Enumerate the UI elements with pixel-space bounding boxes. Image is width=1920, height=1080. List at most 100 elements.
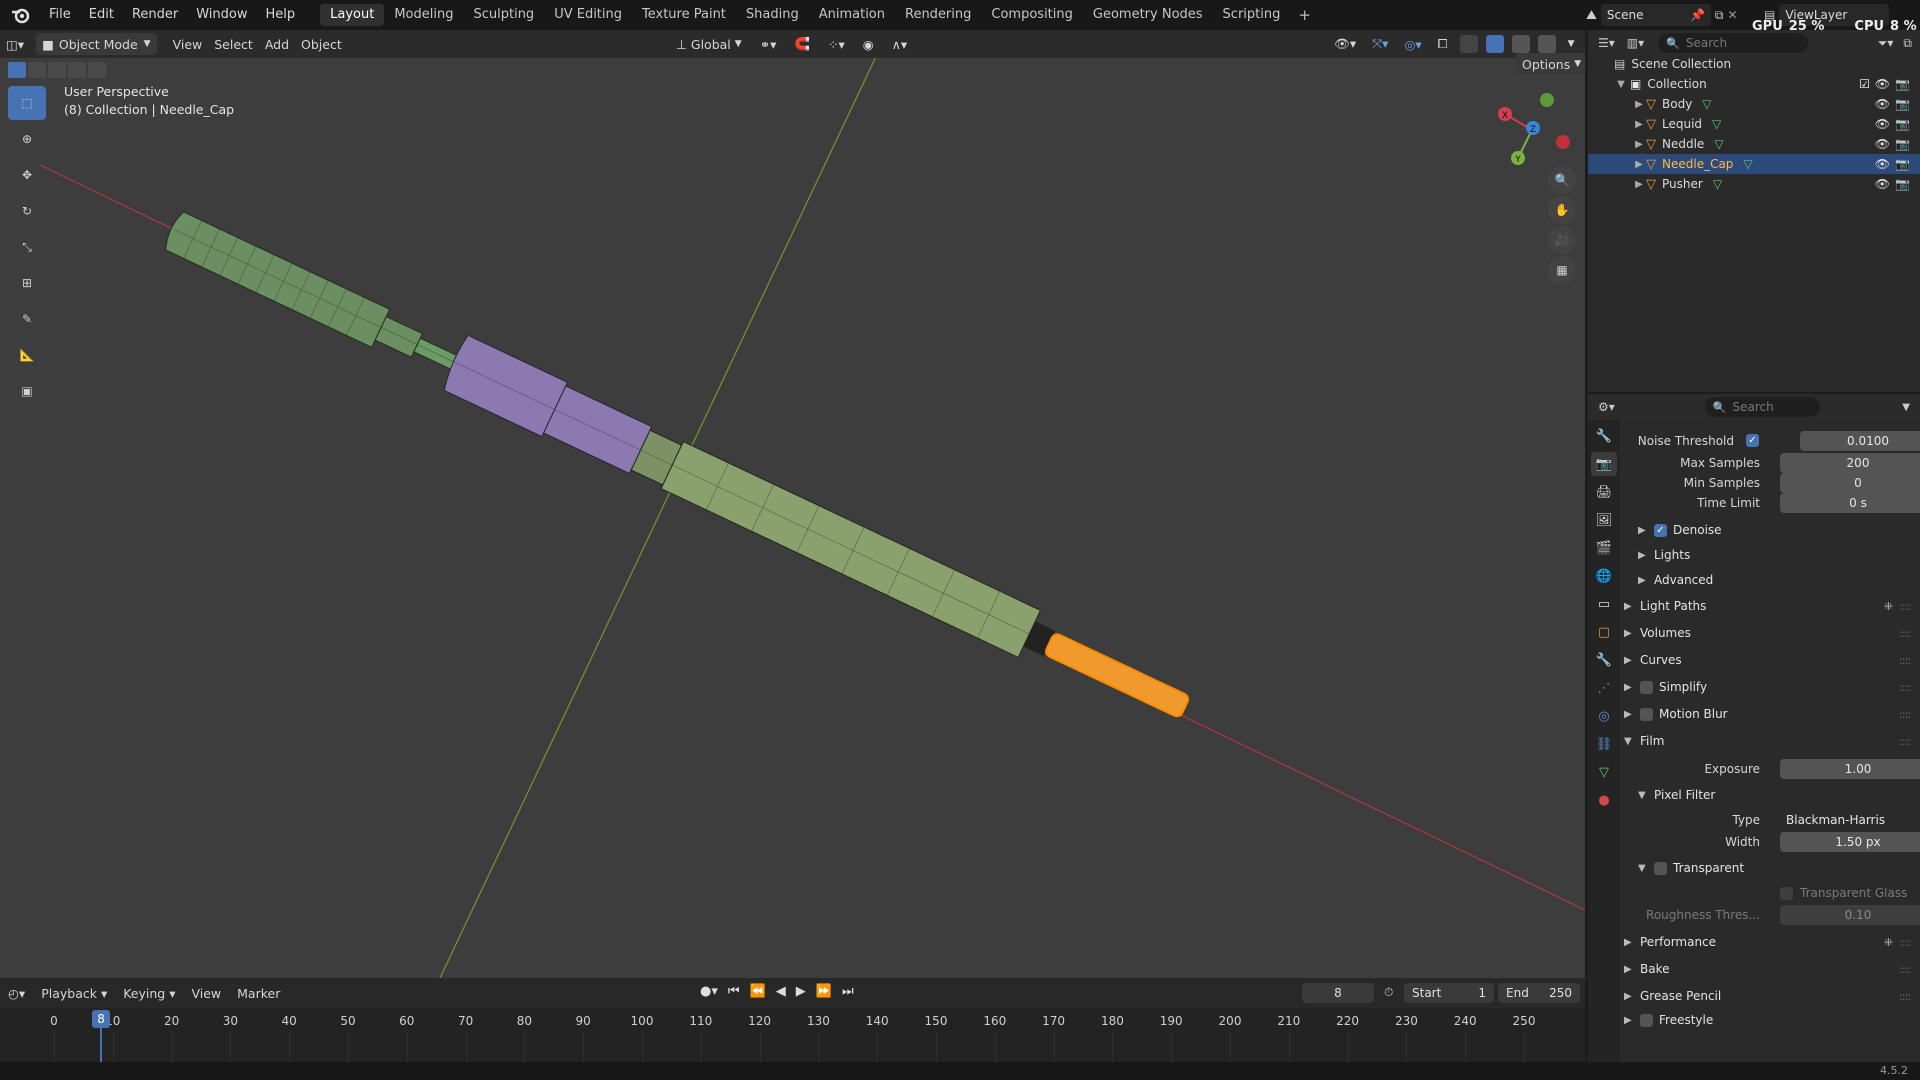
filter-width-field[interactable]: 1.50 px bbox=[1780, 832, 1920, 852]
measure-tool-icon[interactable]: 📐 bbox=[8, 338, 46, 372]
jump-end-icon[interactable]: ⏭ bbox=[842, 984, 854, 999]
freestyle-checkbox[interactable] bbox=[1640, 1013, 1653, 1027]
chevron-right-icon[interactable]: ▶ bbox=[1632, 139, 1646, 150]
drag-handle-icon[interactable]: :::: bbox=[1899, 681, 1911, 694]
jump-start-icon[interactable]: ⏮ bbox=[728, 984, 740, 999]
min-samples-field[interactable]: 0 bbox=[1780, 473, 1920, 493]
eye-icon[interactable]: 👁 bbox=[1875, 77, 1890, 91]
new-collection-icon[interactable]: ⧉ bbox=[1903, 36, 1912, 51]
properties-search[interactable]: 🔍 Search bbox=[1704, 397, 1820, 417]
pin-icon[interactable]: 📌 bbox=[1690, 8, 1705, 22]
denoise-checkbox[interactable]: ✓ bbox=[1654, 523, 1667, 537]
camera-icon[interactable]: 📷 bbox=[1895, 177, 1910, 191]
eye-icon[interactable]: 👁 bbox=[1875, 157, 1890, 171]
film-panel[interactable]: ▼ Film :::: bbox=[1624, 729, 1916, 753]
chevron-down-icon[interactable]: ▼ bbox=[1614, 79, 1628, 90]
simplify-panel[interactable]: ▶ Simplify :::: bbox=[1624, 675, 1916, 699]
drag-handle-icon[interactable]: :::: bbox=[1899, 990, 1911, 1003]
lights-subpanel[interactable]: ▶ Lights bbox=[1638, 543, 1920, 567]
view-layer-tab-icon[interactable]: 🖼 bbox=[1591, 508, 1617, 532]
solid-shading-icon[interactable] bbox=[1485, 35, 1504, 53]
scene-icon[interactable]: ⛰ bbox=[1586, 8, 1597, 23]
denoise-subpanel[interactable]: ▶ ✓ Denoise bbox=[1638, 518, 1920, 542]
pixel-filter-subpanel[interactable]: ▼ Pixel Filter bbox=[1638, 783, 1920, 807]
x-negative-axis-icon[interactable] bbox=[1556, 135, 1570, 149]
play-icon[interactable]: ▶ bbox=[796, 984, 806, 999]
options-dropdown[interactable]: Options ▼ bbox=[1516, 53, 1585, 75]
simplify-checkbox[interactable] bbox=[1640, 680, 1653, 694]
presets-icon[interactable]: ⁜ bbox=[1884, 936, 1893, 949]
scene-selector[interactable]: Scene 📌 bbox=[1600, 4, 1711, 26]
properties-editor[interactable]: ⚙▾ 🔍 Search ▼ 🔧 📷 🖨 🖼 🎬 🌐 ▭ ▢ 🔧 ⋰ ◎ ⛓ ▽ … bbox=[1588, 394, 1920, 1062]
menu-marker[interactable]: Marker bbox=[229, 986, 288, 1001]
collection-checkbox-icon[interactable]: ☑ bbox=[1859, 77, 1870, 91]
menu-object[interactable]: Object bbox=[295, 33, 348, 55]
pivot-icon[interactable]: ⚭▾ bbox=[754, 33, 783, 55]
outliner-object-row[interactable]: ▶ ▽ Neddle ▽ 👁 📷 bbox=[1588, 134, 1920, 154]
properties-editor-icon[interactable]: ⚙▾ bbox=[1598, 400, 1615, 414]
motion-blur-panel[interactable]: ▶ Motion Blur :::: bbox=[1624, 702, 1916, 726]
data-tab-icon[interactable]: ▽ bbox=[1591, 760, 1617, 784]
blender-logo-icon[interactable] bbox=[10, 4, 32, 26]
outliner-object-row[interactable]: ▶ ▽ Lequid ▽ 👁 📷 bbox=[1588, 114, 1920, 134]
body-mesh[interactable] bbox=[162, 210, 467, 383]
constraints-tab-icon[interactable]: ⛓ bbox=[1591, 732, 1617, 756]
select-invert-icon[interactable] bbox=[68, 62, 86, 78]
camera-icon[interactable]: 📷 bbox=[1895, 77, 1910, 91]
menu-playback[interactable]: Playback ▾ bbox=[33, 986, 115, 1001]
start-frame-field[interactable]: Start 1 bbox=[1404, 983, 1494, 1003]
scene-collection-row[interactable]: ▤ Scene Collection bbox=[1588, 54, 1920, 74]
visibility-icon[interactable]: 👁▾ bbox=[1328, 33, 1362, 55]
material-tab-icon[interactable]: ● bbox=[1591, 788, 1617, 812]
output-tab-icon[interactable]: 🖨 bbox=[1591, 480, 1617, 504]
tab-rendering[interactable]: Rendering bbox=[895, 4, 981, 26]
tab-compositing[interactable]: Compositing bbox=[981, 4, 1083, 26]
add-workspace-icon[interactable]: + bbox=[1290, 6, 1319, 24]
gizmo-icon[interactable]: ⤧▾ bbox=[1366, 33, 1394, 55]
display-mode-icon[interactable]: ▥▾ bbox=[1627, 36, 1644, 50]
outliner-search[interactable]: 🔍 Search bbox=[1658, 33, 1809, 53]
grease-pencil-panel[interactable]: ▶ Grease Pencil :::: bbox=[1624, 984, 1916, 1008]
timeline[interactable]: ◴▾ Playback ▾ Keying ▾ View Marker ●▾ ⏮ … bbox=[0, 978, 1585, 1062]
presets-icon[interactable]: ⁜ bbox=[1884, 600, 1893, 613]
auto-key-icon[interactable]: ●▾ bbox=[700, 984, 718, 999]
camera-view-icon[interactable]: 🎥 bbox=[1548, 226, 1576, 254]
drag-handle-icon[interactable]: :::: bbox=[1899, 600, 1911, 613]
viewport-canvas[interactable] bbox=[0, 30, 1585, 978]
filter-type-dropdown[interactable]: Blackman-Harris ▼ bbox=[1780, 810, 1920, 830]
outliner-object-row[interactable]: ▶ ▽ Needle_Cap ▽ 👁 📷 bbox=[1588, 154, 1920, 174]
menu-add[interactable]: Add bbox=[259, 33, 295, 55]
editor-type-icon[interactable]: ◫▾ bbox=[0, 33, 30, 55]
delete-scene-icon[interactable]: ✕ bbox=[1728, 8, 1738, 22]
noise-threshold-checkbox[interactable]: ✓ bbox=[1746, 434, 1759, 447]
menu-select[interactable]: Select bbox=[208, 33, 259, 55]
tab-uv-editing[interactable]: UV Editing bbox=[544, 4, 632, 26]
shading-options-icon[interactable]: ▼ bbox=[1562, 33, 1581, 55]
zoom-icon[interactable]: 🔍 bbox=[1548, 166, 1576, 194]
menu-file[interactable]: File bbox=[40, 0, 80, 30]
outliner[interactable]: ☰▾ ▥▾ 🔍 Search ⏷▾ ⧉ ▤ Scene Collection ▼… bbox=[1588, 30, 1920, 392]
select-intersect-icon[interactable] bbox=[88, 62, 106, 78]
snap-icon[interactable]: 🧲 bbox=[788, 33, 816, 55]
mesh-data-icon[interactable]: ▽ bbox=[1713, 177, 1722, 191]
play-reverse-icon[interactable]: ◀ bbox=[776, 984, 786, 999]
prev-keyframe-icon[interactable]: ⏪ bbox=[750, 984, 766, 999]
end-frame-field[interactable]: End 250 bbox=[1498, 983, 1580, 1003]
camera-icon[interactable]: 📷 bbox=[1895, 117, 1910, 131]
tab-animation[interactable]: Animation bbox=[809, 4, 895, 26]
overlay-icon[interactable]: ◎▾ bbox=[1398, 33, 1427, 55]
outliner-object-row[interactable]: ▶ ▽ Pusher ▽ 👁 📷 bbox=[1588, 174, 1920, 194]
falloff-icon[interactable]: ∧▾ bbox=[886, 33, 913, 55]
outliner-object-row[interactable]: ▶ ▽ Body ▽ 👁 📷 bbox=[1588, 94, 1920, 114]
scale-tool-icon[interactable]: ⤡ bbox=[8, 230, 46, 264]
needle-cap-mesh[interactable] bbox=[1044, 632, 1190, 718]
physics-tab-icon[interactable]: ◎ bbox=[1591, 704, 1617, 728]
drag-handle-icon[interactable]: :::: bbox=[1899, 936, 1911, 949]
noise-threshold-field[interactable]: 0.0100 bbox=[1800, 431, 1920, 451]
menu-help[interactable]: Help bbox=[257, 0, 305, 30]
light-paths-panel[interactable]: ▶ Light Paths ⁜ :::: bbox=[1624, 594, 1916, 618]
camera-icon[interactable]: 📷 bbox=[1895, 97, 1910, 111]
playhead-frame-indicator[interactable]: 8 bbox=[92, 1010, 111, 1028]
proportional-edit-icon[interactable]: ◉ bbox=[857, 33, 880, 55]
volumes-panel[interactable]: ▶ Volumes :::: bbox=[1624, 621, 1916, 645]
